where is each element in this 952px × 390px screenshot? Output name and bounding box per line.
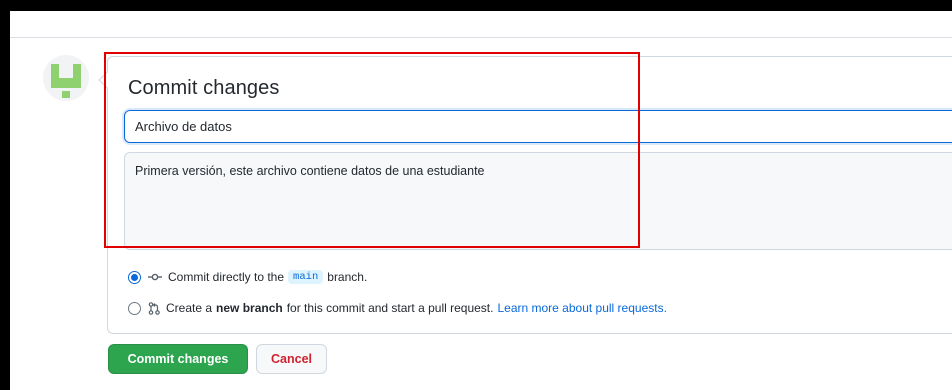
commit-direct-text-end: branch. <box>327 270 368 284</box>
commit-changes-button[interactable]: Commit changes <box>108 344 248 374</box>
page: Commit changes Archivo de datos Primera … <box>10 11 952 390</box>
avatar[interactable] <box>43 55 89 101</box>
header-divider <box>10 37 952 38</box>
branch-name-badge: main <box>288 270 324 284</box>
new-branch-text-end: for this commit and start a pull request… <box>286 301 494 315</box>
commit-direct-text: Commit directly to the <box>168 270 285 284</box>
commit-summary-input[interactable]: Archivo de datos <box>124 110 952 143</box>
git-commit-icon <box>148 272 162 282</box>
cancel-button[interactable]: Cancel <box>256 344 327 374</box>
commit-heading: Commit changes <box>128 77 280 99</box>
new-branch-text: Create a <box>166 301 213 315</box>
commit-description-textarea[interactable]: Primera versión, este archivo contiene d… <box>124 152 952 250</box>
new-branch-radio[interactable] <box>128 301 141 315</box>
commit-direct-radio[interactable] <box>128 270 141 284</box>
commit-direct-option[interactable]: Commit directly to the main branch. <box>128 270 367 284</box>
new-branch-option[interactable]: Create a new branch for this commit and … <box>128 301 667 315</box>
identicon-avatar-icon <box>43 55 89 101</box>
learn-more-pull-requests-link[interactable]: Learn more about pull requests. <box>497 301 666 315</box>
new-branch-bold: new branch <box>216 301 283 315</box>
git-pull-request-icon <box>148 301 160 315</box>
